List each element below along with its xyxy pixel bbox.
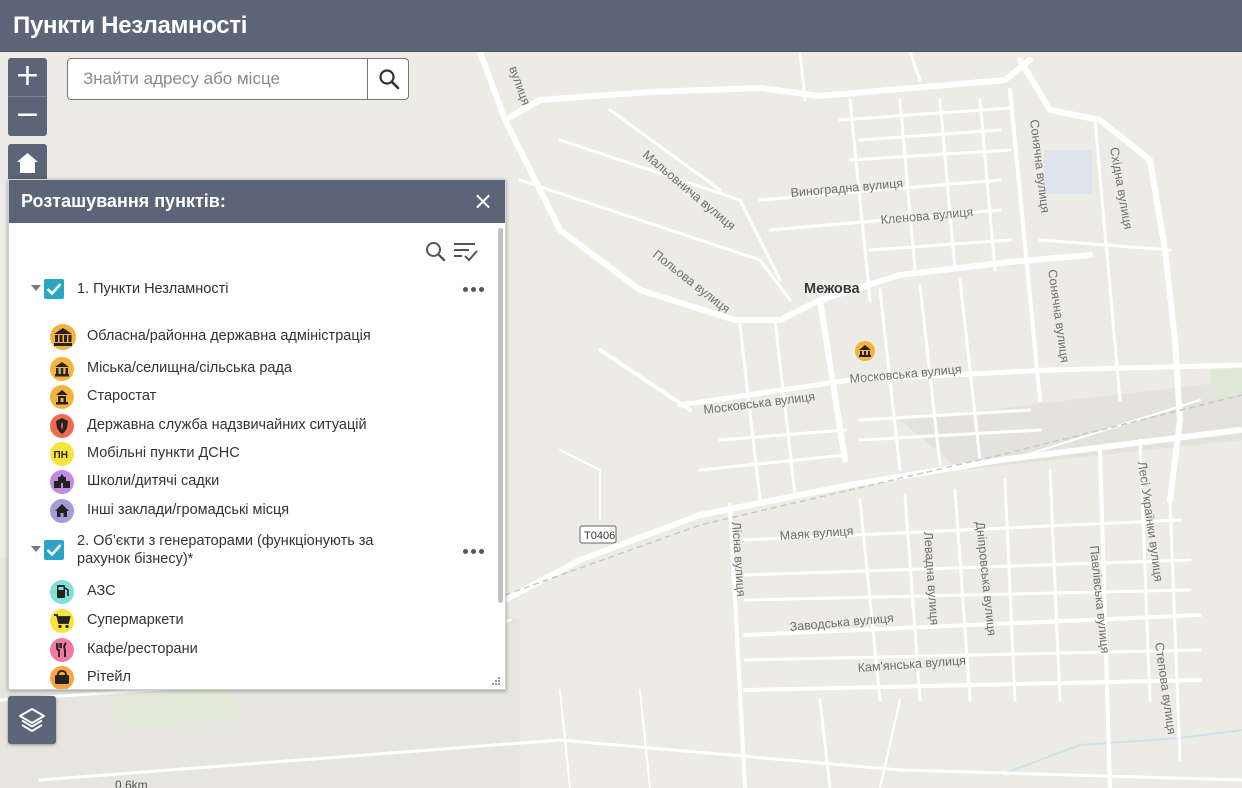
legend-item-label: Державна служба надзвичайних ситуацій [87,417,367,433]
scale-bar: 0.6km [115,778,148,788]
legend-item-gas-station: АЗС [49,579,469,605]
search-button[interactable] [367,59,408,99]
legend-item-label: Кафе/ресторани [87,641,198,657]
check-icon [46,544,62,557]
legend-item-restaurant: Кафе/ресторани [49,637,469,663]
legend-item-mobile-point: ПН Мобільні пункти ДСНС [49,441,469,467]
legend-item-label: АЗС [87,583,116,599]
retail-icon [50,666,74,689]
legend-item-label: Міська/селищна/сільська рада [87,360,292,376]
legend-panel: Розташування пунктів: × 1. Пункти Незлам… [8,179,506,690]
home-icon [17,153,38,173]
app-header: Пункти Незламності [0,0,1242,52]
public-place-icon [50,499,74,523]
layer-group-label: 1. Пункти Незламності [77,281,229,297]
city-council-marker[interactable] [855,341,875,361]
green-area [1210,368,1242,397]
search-icon [379,69,400,90]
legend-header: Розташування пунктів: × [9,180,505,223]
city-council-icon [50,357,74,381]
more-options-button[interactable] [462,282,486,296]
legend-item-public-place: Інші заклади/громадські місця [49,498,469,524]
collapse-caret-icon[interactable] [31,285,41,291]
layer-checkbox[interactable] [44,540,64,560]
supermarket-icon [50,609,74,633]
legend-item-label: Школи/дитячі садки [87,473,220,489]
restaurant-icon [50,638,74,662]
legend-item-oblast-administration: Обласна/районна державна адміністрація [49,323,469,350]
legend-item-starostat: Старостат [49,384,469,410]
legend-item-supermarket: Супермаркети [49,608,469,634]
starostat-icon [50,385,74,409]
water-pond [1044,150,1092,194]
legend-item-label: Мобільні пункти ДСНС [87,445,240,461]
svg-text:T0406: T0406 [584,530,615,542]
emergency-service-icon [50,414,74,438]
check-icon [46,283,62,296]
search-box [67,58,409,100]
legend-scrollbar[interactable] [498,228,503,603]
layer-search-icon[interactable] [425,241,447,263]
resize-grip-icon[interactable] [491,676,501,686]
road-number-badge: T0406 [579,525,617,544]
gas-station-icon [50,580,74,604]
school-icon [50,470,74,494]
oblast-administration-icon [50,324,76,350]
svg-text:0.6km: 0.6km [115,778,148,788]
app-title: Пункти Незламності [13,12,248,39]
layers-icon [19,708,45,732]
legend-item-label: Рітейл [87,669,131,685]
layer-group-punkty: 1. Пункти Незламності [31,277,486,301]
legend-item-label: Обласна/районна державна адміністрація [87,328,371,344]
legend-item-emergency-service: Державна служба надзвичайних ситуацій [49,413,469,439]
town-label: Межова [804,281,860,297]
search-input[interactable] [69,60,365,98]
layer-checkbox[interactable] [44,279,64,299]
close-button[interactable]: × [471,189,495,213]
legend-item-label: Супермаркети [87,612,184,628]
legend-item-label: Старостат [87,388,157,404]
layer-group-label: 2. Об’єкти з генераторами (функціонують … [77,533,374,567]
collapse-caret-icon[interactable] [31,546,41,552]
legend-item-retail: Рітейл [49,665,469,689]
legend-item-city-council: Міська/селищна/сільська рада [49,356,469,382]
home-button[interactable] [8,144,47,183]
zoom-in-button[interactable]: + [8,58,47,97]
svg-text:ПН: ПН [54,450,68,461]
legend-item-label: Інші заклади/громадські місця [87,502,290,518]
filter-list-icon[interactable] [453,241,479,263]
legend-item-school: Школи/дитячі садки [49,469,469,495]
layer-group-generators: 2. Об’єкти з генераторами (функціонують … [31,530,486,568]
zoom-controls: + − [8,58,47,136]
mobile-point-icon: ПН [50,442,74,466]
layer-list-button[interactable] [8,696,56,744]
zoom-out-button[interactable]: − [8,97,47,136]
legend-tools [425,239,483,265]
more-options-button[interactable] [462,544,486,558]
legend-title: Розташування пунктів: [21,191,226,211]
